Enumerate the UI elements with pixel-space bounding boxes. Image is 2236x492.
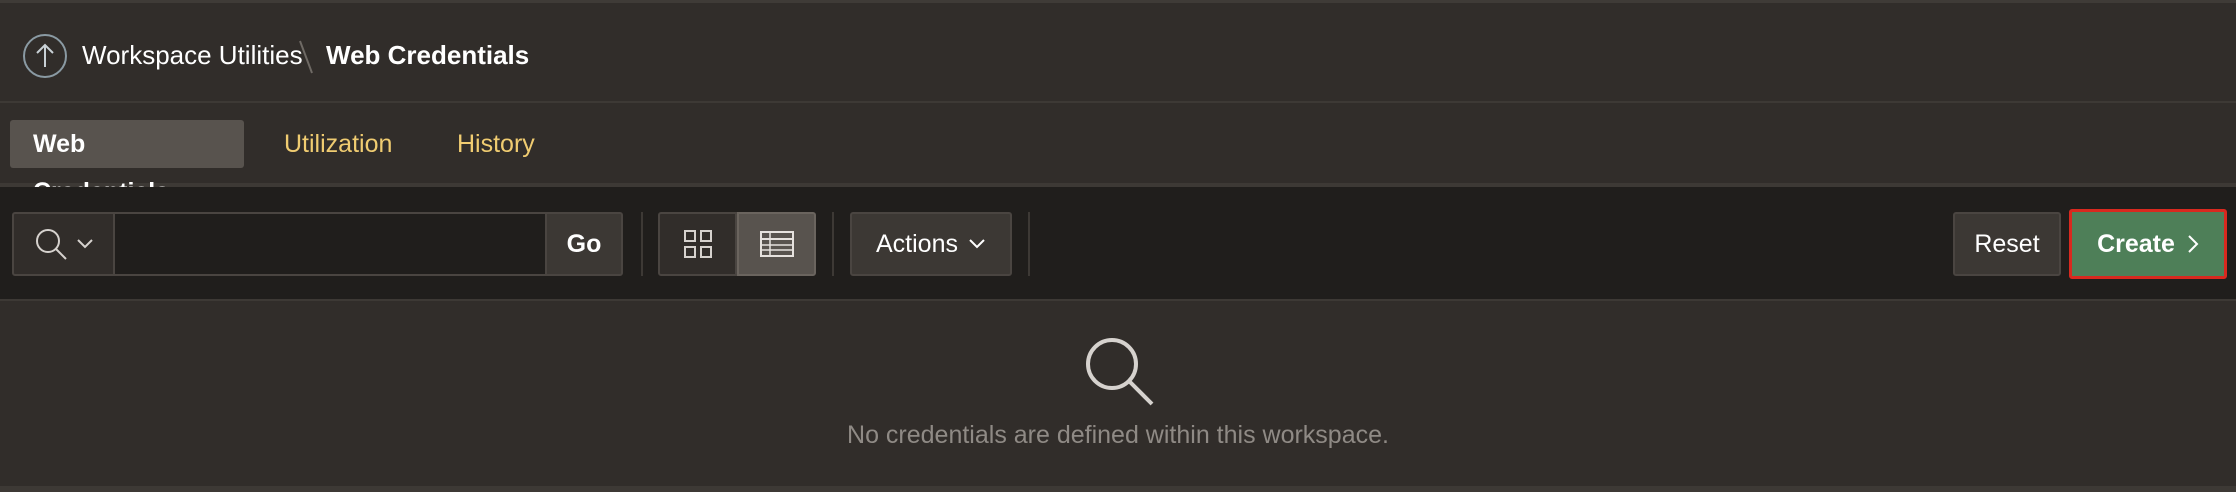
chevron-right-icon xyxy=(2188,235,2199,253)
breadcrumb: Workspace Utilities Web Credentials xyxy=(0,0,2236,103)
chevron-down-icon xyxy=(76,239,93,249)
tab-history[interactable]: History xyxy=(434,120,558,168)
arrow-up-circle-icon[interactable] xyxy=(23,34,67,78)
search-column-selector[interactable] xyxy=(12,212,115,276)
toolbar-divider xyxy=(1028,212,1030,276)
empty-state: No credentials are defined within this w… xyxy=(0,301,2236,489)
search-input[interactable] xyxy=(115,212,545,276)
report-view-button[interactable] xyxy=(737,212,816,276)
empty-state-message: No credentials are defined within this w… xyxy=(847,421,1389,449)
page-title: Web Credentials xyxy=(326,40,530,70)
breadcrumb-parent-link[interactable]: Workspace Utilities xyxy=(82,37,303,73)
page: Workspace Utilities Web Credentials Web … xyxy=(0,0,2236,492)
toolbar-divider xyxy=(832,212,834,276)
toolbar-divider xyxy=(641,212,643,276)
create-button[interactable]: Create xyxy=(2069,209,2227,279)
report-view-icon xyxy=(759,231,794,257)
divider xyxy=(0,486,2236,492)
chevron-down-icon xyxy=(969,239,985,249)
tab-web-credentials[interactable]: Web Credentials xyxy=(10,120,244,206)
report-toolbar: Go Actions Reset Create xyxy=(0,187,2236,301)
grid-view-button[interactable] xyxy=(658,212,737,276)
actions-label: Actions xyxy=(876,229,958,258)
reset-button[interactable]: Reset xyxy=(1953,212,2061,276)
search-icon xyxy=(35,229,67,260)
go-button[interactable]: Go xyxy=(545,212,623,276)
actions-menu-button[interactable]: Actions xyxy=(850,212,1012,276)
breadcrumb-separator-icon xyxy=(299,40,313,74)
search-icon xyxy=(1086,338,1154,406)
tab-utilization[interactable]: Utilization xyxy=(261,120,415,168)
grid-view-icon xyxy=(683,230,712,258)
tab-bar: Web Credentials Utilization History xyxy=(0,103,2236,206)
create-label: Create xyxy=(2097,229,2175,258)
